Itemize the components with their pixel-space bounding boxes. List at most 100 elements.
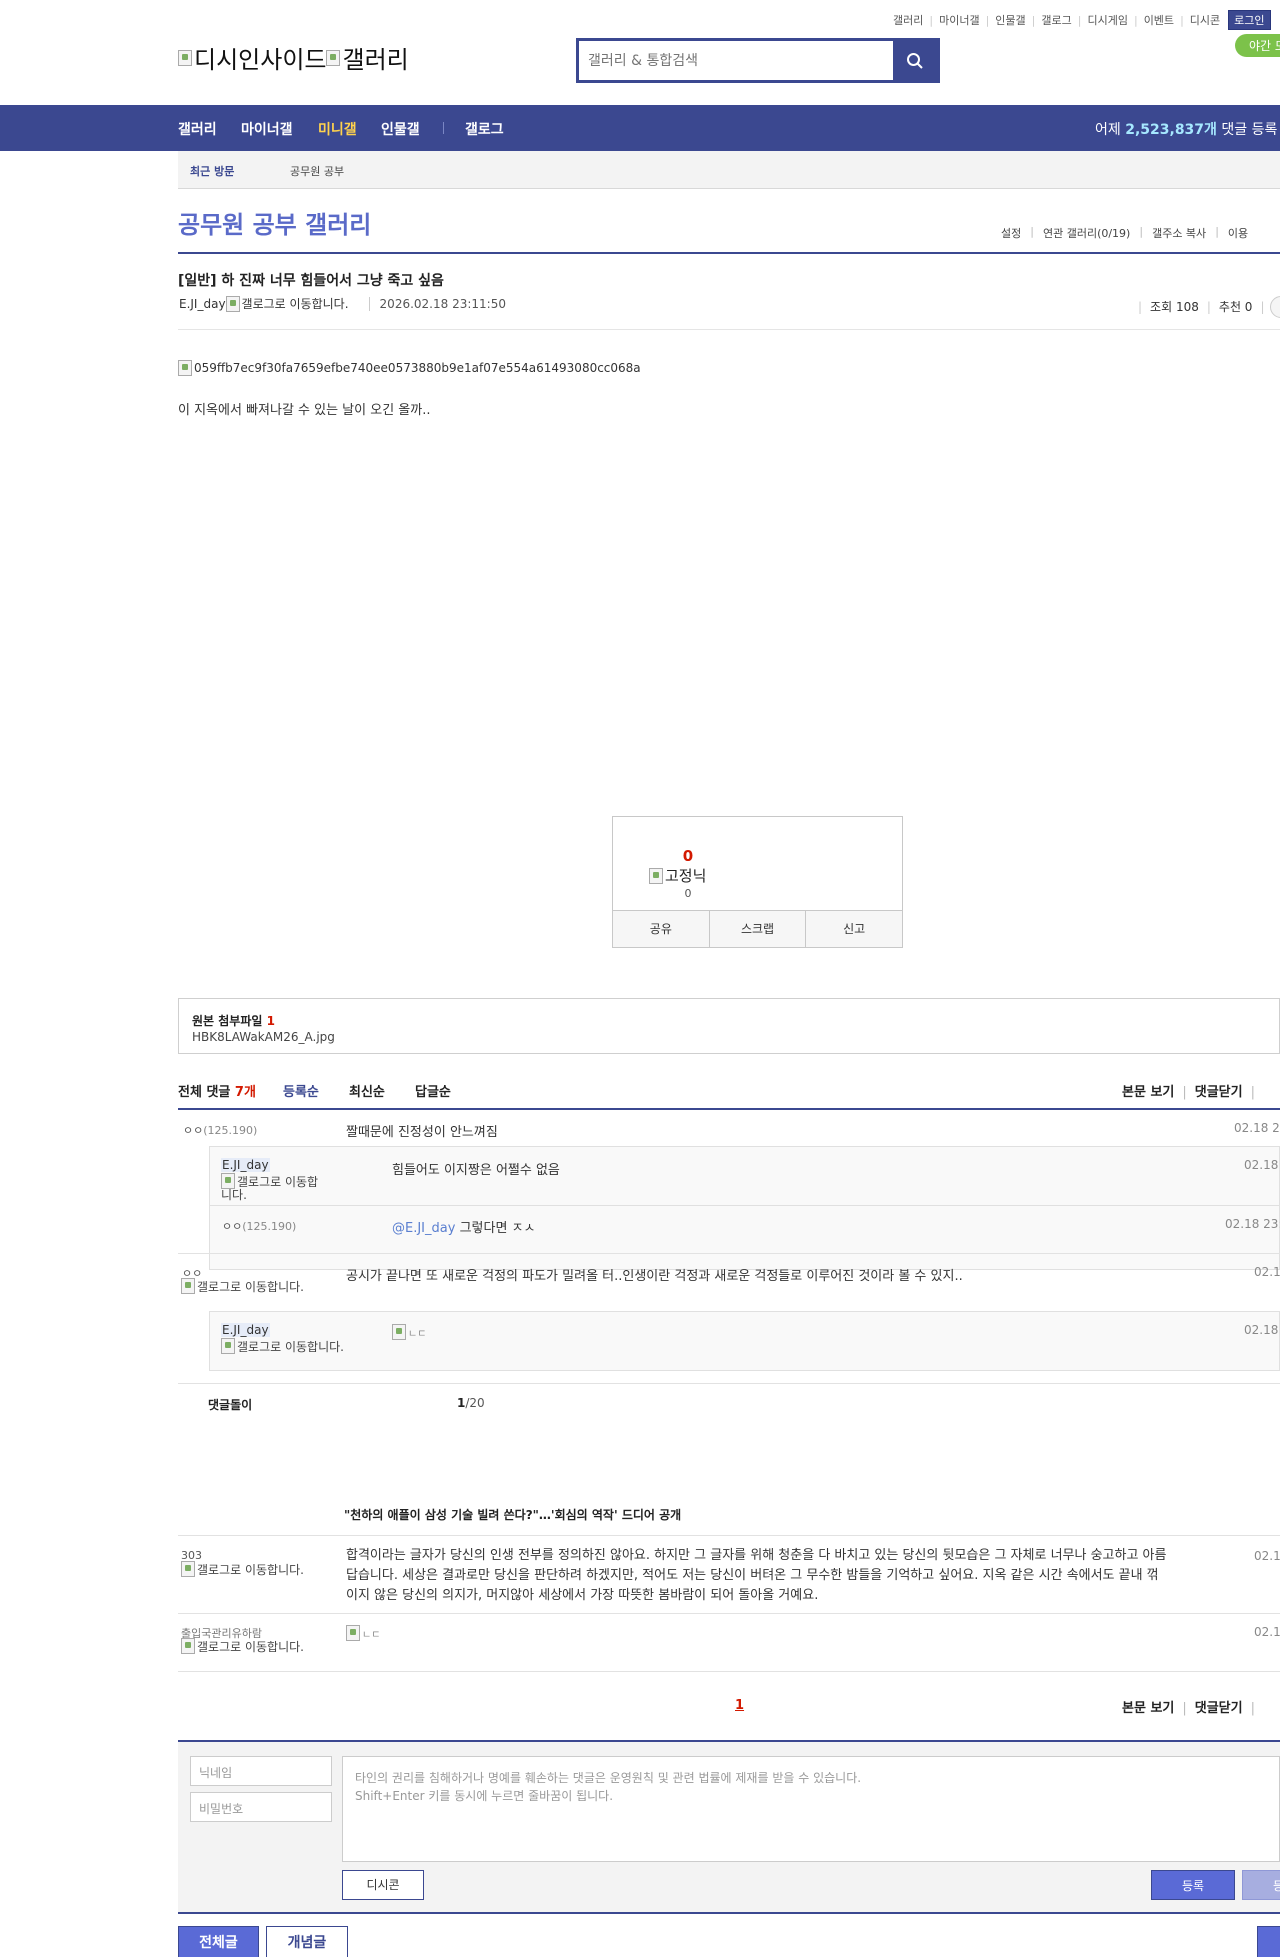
search-input[interactable]: [579, 41, 893, 80]
site-logo[interactable]: 디시인사이드 갤러리: [178, 40, 409, 75]
post-date: 2026.02.18 23:11:50: [368, 296, 506, 311]
reply-author-fixed[interactable]: E.JI_day: [221, 1323, 270, 1337]
ad-article-title[interactable]: "천하의 애플이 삼성 기술 빌려 쓴다?"…'회심의 역작' 드디어 공개: [344, 1506, 681, 1523]
title-divider: [178, 252, 1280, 254]
comment-doll-label: 댓글돌이: [208, 1398, 253, 1412]
comment-row-divider: [178, 1671, 1280, 1672]
share-button[interactable]: 공유: [613, 911, 709, 947]
all-posts-tab[interactable]: 전체글: [178, 1926, 259, 1957]
comment-write-form: 닉네임 비밀번호 타인의 권리를 침해하거나 명예를 훼손하는 댓글은 운영원칙…: [178, 1742, 1280, 1912]
nav-gallery[interactable]: 갤러리: [178, 119, 217, 139]
submit-button[interactable]: 등록: [1151, 1870, 1235, 1900]
sort-tab-reply[interactable]: 답글순: [415, 1081, 451, 1100]
search-bar: [576, 38, 940, 83]
fixed-nick-alt: 고정닉: [665, 867, 707, 885]
gallery-settings-link[interactable]: 설정: [1001, 225, 1021, 241]
dccon-image[interactable]: ㄴㄷ: [346, 1625, 380, 1642]
search-icon: [907, 52, 923, 69]
reply-list: [209, 1146, 1280, 1270]
view-post-link[interactable]: 본문 보기: [1122, 1701, 1174, 1716]
nav-minor-gallery[interactable]: 마이너갤: [241, 119, 293, 139]
dccon-image[interactable]: ㄴㄷ: [392, 1324, 426, 1341]
view-post-link[interactable]: 본문 보기: [1122, 1085, 1174, 1100]
comment-divider: [178, 1108, 1280, 1110]
attachment-file-link[interactable]: HBK8LAWakAM26_A.jpg: [192, 1030, 335, 1044]
report-button[interactable]: 신고: [805, 911, 902, 947]
close-comments-link[interactable]: 댓글닫기: [1195, 1701, 1243, 1716]
reply-date: 02.18 2: [1244, 1158, 1280, 1172]
gallog-link[interactable]: 갤로그로 이동합니다.: [181, 1561, 309, 1577]
top-link-gallog[interactable]: 갤로그: [1041, 12, 1071, 28]
top-link-gallery[interactable]: 갤러리: [893, 12, 923, 28]
post-image[interactable]: 059ffb7ec9f30fa7659efbe740ee0573880b9e1a…: [178, 360, 641, 376]
comment-row-divider: [178, 1253, 1280, 1254]
post-recommend-count: 추천 0: [1218, 300, 1253, 314]
broken-image-icon: [346, 1625, 360, 1641]
comment-doll-pager[interactable]: 1/20: [457, 1396, 485, 1410]
copy-address-link[interactable]: 갤주소 복사: [1152, 225, 1206, 241]
gallog-icon: [181, 1278, 195, 1294]
login-button[interactable]: 로그인: [1228, 10, 1271, 30]
reply-date: 02.18 23:1: [1225, 1217, 1280, 1231]
search-button[interactable]: [893, 41, 937, 80]
reply-author-fixed[interactable]: E.JI_day: [221, 1158, 270, 1172]
comment-page-current[interactable]: 1: [735, 1698, 744, 1713]
night-mode-button[interactable]: 야간 모드: [1235, 34, 1280, 57]
sort-tab-latest[interactable]: 최신순: [349, 1081, 385, 1100]
password-input[interactable]: 비밀번호: [190, 1792, 332, 1822]
broken-image-icon: [178, 360, 192, 376]
write-post-button[interactable]: [1257, 1926, 1280, 1957]
comment-footer-links: 본문 보기 | 댓글닫기 |: [1122, 1701, 1255, 1716]
recommend-button[interactable]: 고정닉: [649, 865, 706, 886]
top-link-event[interactable]: 이벤트: [1144, 12, 1174, 28]
gallog-icon: [221, 1173, 235, 1189]
comment-date: 02.18 23: [1234, 1121, 1280, 1135]
scrap-button[interactable]: 스크랩: [708, 911, 806, 947]
recent-visit-item[interactable]: 공무원 공부: [290, 163, 344, 179]
meta-divider: [178, 329, 1280, 330]
post-views: 조회 108: [1150, 300, 1199, 314]
related-gallery-link[interactable]: 연관 갤러리(0/19): [1043, 225, 1130, 241]
recent-visit-label[interactable]: 최근 방문: [190, 163, 234, 179]
submit-recommend-button[interactable]: 등록: [1242, 1870, 1280, 1900]
nav-person-gallery[interactable]: 인물갤: [381, 119, 420, 139]
top-link-person[interactable]: 인물갤: [995, 12, 1025, 28]
gallery-title[interactable]: 공무원 공부 갤러리: [178, 205, 371, 240]
dccon-button[interactable]: 디시콘: [342, 1870, 424, 1900]
gallog-icon[interactable]: [225, 295, 240, 312]
gallog-link[interactable]: 갤로그로 이동합니다.: [181, 1278, 309, 1294]
comment-author[interactable]: ㅇㅇ(125.190): [183, 1122, 257, 1138]
gallery-menu: 설정 | 연관 갤러리(0/19) | 갤주소 복사 | 이용: [1001, 225, 1249, 241]
concept-posts-tab[interactable]: 개념글: [266, 1926, 348, 1957]
gallog-alt: 갤로그로 이동합니다.: [241, 297, 349, 311]
attachment-box: 원본 첨부파일 1 HBK8LAWakAM26_A.jpg: [178, 998, 1280, 1054]
top-link-game[interactable]: 디시게임: [1087, 12, 1127, 28]
gallog-icon: [181, 1638, 195, 1654]
comment-stat: 어제 2,523,837개 댓글 등록: [1095, 122, 1278, 138]
broken-image-icon: [392, 1324, 406, 1340]
top-link-dccon[interactable]: 디시콘: [1190, 12, 1220, 28]
comment-textarea[interactable]: 타인의 권리를 침해하거나 명예를 훼손하는 댓글은 운영원칙 및 관련 법률에…: [342, 1756, 1280, 1862]
gallog-icon: [221, 1338, 235, 1354]
nickname-input[interactable]: 닉네임: [190, 1756, 332, 1786]
reply-date: 02.18 2: [1244, 1323, 1280, 1337]
comment-date: 02.18: [1254, 1265, 1280, 1279]
reply-author[interactable]: ㅇㅇ(125.190): [222, 1218, 296, 1234]
top-link-minor[interactable]: 마이너갤: [939, 12, 979, 28]
gallog-link[interactable]: 갤로그로 이동합니다.: [221, 1338, 349, 1354]
usage-link[interactable]: 이용: [1228, 225, 1248, 241]
top-util-links: 갤러리 | 마이너갤 | 인물갤 | 갤로그 | 디시게임 | 이벤트 | 디시콘 로그인: [893, 10, 1271, 30]
attachment-count: 1: [266, 1014, 275, 1028]
post-body-text: 이 지옥에서 빠져나갈 수 있는 날이 오긴 올까..: [178, 403, 431, 418]
close-comments-link[interactable]: 댓글닫기: [1195, 1085, 1243, 1100]
gallog-link[interactable]: 갤로그로 이동합니다.: [221, 1173, 321, 1201]
post-author[interactable]: E.JI_day: [179, 297, 226, 311]
mention-link[interactable]: @E.JI_day: [392, 1221, 455, 1236]
recommend-box: 0 고정닉 0 공유 스크랩 신고: [612, 816, 903, 948]
gallog-link[interactable]: 갤로그로 이동합니다.: [181, 1638, 309, 1654]
nav-mini-gallery[interactable]: 미니갤: [318, 119, 357, 139]
sort-tab-registered[interactable]: 등록순: [283, 1081, 319, 1100]
nav-gallog[interactable]: 갤로그: [465, 119, 504, 139]
comment-header-links: 본문 보기 | 댓글닫기 |: [1122, 1085, 1255, 1100]
reply-text: @E.JI_day 그렇다면 ㅈㅅ: [392, 1221, 536, 1236]
